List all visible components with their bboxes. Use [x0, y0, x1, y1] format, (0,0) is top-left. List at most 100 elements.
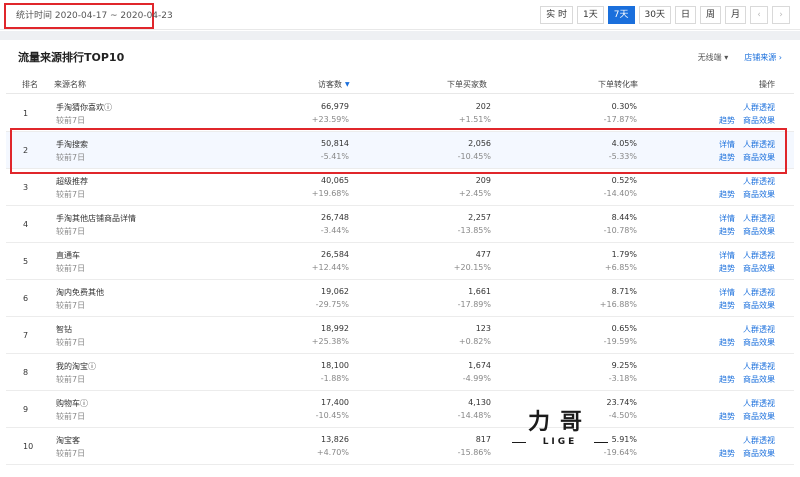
goods-effect-link[interactable]: 商品效果	[743, 374, 775, 385]
row-rate: 0.65%	[611, 324, 637, 333]
goods-effect-link[interactable]: 商品效果	[743, 411, 775, 422]
row-compare-label: 较前7日	[56, 375, 86, 384]
goods-effect-link[interactable]: 商品效果	[743, 448, 775, 459]
row-rate: 9.25%	[611, 361, 637, 370]
row-rate-delta: -10.78%	[603, 226, 637, 235]
crowd-analysis-link[interactable]: 人群透视	[743, 250, 775, 261]
row-source-name: 淘宝客	[56, 436, 80, 445]
crowd-analysis-link[interactable]: 人群透视	[743, 324, 775, 335]
row-source-name: 智钻	[56, 325, 72, 334]
prev-period-button[interactable]: ‹	[750, 6, 768, 24]
crowd-analysis-link[interactable]: 人群透视	[743, 398, 775, 409]
row-rank: 10	[23, 442, 34, 451]
row-buyers-delta: -17.89%	[457, 300, 491, 309]
top-bar: 统计时间 2020-04-17 ~ 2020-04-23 实 时 1天 7天 3…	[0, 0, 800, 30]
row-visitors: 17,400	[321, 398, 349, 407]
row-source-name: 直通车	[56, 251, 80, 260]
goods-effect-link[interactable]: 商品效果	[743, 226, 775, 237]
period-7day-button[interactable]: 7天	[607, 6, 635, 24]
row-buyers-delta: +20.15%	[453, 263, 491, 272]
row-visitors: 13,826	[321, 435, 349, 444]
row-buyers-delta: -13.85%	[457, 226, 491, 235]
goods-effect-link[interactable]: 商品效果	[743, 115, 775, 126]
row-visitors-delta: -3.44%	[320, 226, 349, 235]
row-visitors: 26,584	[321, 250, 349, 259]
period-30day-button[interactable]: 30天	[638, 6, 671, 24]
row-source-name: 手淘其他店铺商品详情	[56, 214, 136, 223]
next-period-button[interactable]: ›	[772, 6, 790, 24]
row-buyers-delta: +2.45%	[458, 189, 491, 198]
header-buyers[interactable]: 下单买家数	[447, 79, 487, 90]
trend-link[interactable]: 趋势	[719, 374, 735, 385]
row-rate: 5.91%	[611, 435, 637, 444]
row-rank: 6	[23, 294, 29, 303]
table-header: 排名 来源名称 访客数 ▼ 下单买家数 下单转化率 操作	[6, 74, 794, 94]
table-row: 7 智钻 较前7日 18,992 +25.38% 123 +0.82% 0.65% -19.59…	[6, 317, 794, 354]
row-buyers: 123	[475, 324, 491, 333]
row-rank: 1	[23, 109, 29, 118]
crowd-analysis-link[interactable]: 人群透视	[743, 213, 775, 224]
row-rate: 0.52%	[611, 176, 637, 185]
trend-link[interactable]: 趋势	[719, 337, 735, 348]
row-buyers-delta: -14.48%	[457, 411, 491, 420]
watermark-title: 力哥	[527, 409, 592, 435]
trend-link[interactable]: 趋势	[719, 189, 735, 200]
period-day-button[interactable]: 日	[674, 6, 696, 24]
crowd-analysis-link[interactable]: 人群透视	[743, 287, 775, 298]
row-visitors-delta: -10.45%	[315, 411, 349, 420]
goods-effect-link[interactable]: 商品效果	[743, 337, 775, 348]
trend-link[interactable]: 趋势	[719, 115, 735, 126]
trend-link[interactable]: 趋势	[719, 448, 735, 459]
period-realtime-button[interactable]: 实 时	[540, 6, 574, 24]
period-week-button[interactable]: 周	[699, 6, 721, 24]
highlight-box	[10, 128, 787, 174]
goods-effect-link[interactable]: 商品效果	[743, 263, 775, 274]
trend-link[interactable]: 趋势	[719, 226, 735, 237]
crowd-analysis-link[interactable]: 人群透视	[743, 176, 775, 187]
table-row: 4 手淘其他店铺商品详情 较前7日 26,748 -3.44% 2,257 -13.85% 8…	[6, 206, 794, 243]
header-rank: 排名	[22, 80, 38, 89]
period-month-button[interactable]: 月	[724, 6, 746, 24]
trend-link[interactable]: 趋势	[719, 300, 735, 311]
row-source-name: 购物车ⓘ	[56, 399, 88, 408]
crowd-analysis-link[interactable]: 人群透视	[743, 361, 775, 372]
row-visitors: 19,062	[321, 287, 349, 296]
row-buyers: 817	[475, 435, 491, 444]
detail-link[interactable]: 详情	[719, 250, 735, 261]
row-rank: 3	[23, 183, 29, 192]
header-ops: 操作	[759, 80, 775, 89]
row-source-name: 超级推荐	[56, 177, 88, 186]
row-visitors-delta: +19.68%	[311, 189, 349, 198]
row-compare-label: 较前7日	[56, 449, 86, 458]
row-rate: 0.30%	[611, 102, 637, 111]
row-rate-delta: +16.88%	[599, 300, 637, 309]
row-source-name: 手淘猜你喜欢ⓘ	[56, 103, 112, 112]
header-visitors[interactable]: 访客数 ▼	[318, 79, 350, 90]
trend-link[interactable]: 趋势	[719, 263, 735, 274]
row-rank: 8	[23, 368, 29, 377]
detail-link[interactable]: 详情	[719, 287, 735, 298]
device-dropdown[interactable]: 无线端 ▾	[698, 52, 729, 63]
row-rank: 9	[23, 405, 29, 414]
row-rank: 7	[23, 331, 29, 340]
crowd-analysis-link[interactable]: 人群透视	[743, 102, 775, 113]
row-rank: 4	[23, 220, 29, 229]
detail-link[interactable]: 详情	[719, 213, 735, 224]
header-rate[interactable]: 下单转化率	[598, 79, 638, 90]
row-buyers-delta: -4.99%	[462, 374, 491, 383]
header-visitors-label: 访客数	[318, 80, 342, 89]
goods-effect-link[interactable]: 商品效果	[743, 300, 775, 311]
sort-desc-icon[interactable]: ▼	[345, 81, 350, 88]
trend-link[interactable]: 趋势	[719, 411, 735, 422]
row-rate: 8.71%	[611, 287, 637, 296]
row-buyers: 202	[475, 102, 491, 111]
goods-effect-link[interactable]: 商品效果	[743, 189, 775, 200]
table-row: 9 购物车ⓘ 较前7日 17,400 -10.45% 4,130 -14.48% 23.74%…	[6, 391, 794, 428]
crowd-analysis-link[interactable]: 人群透视	[743, 435, 775, 446]
shop-source-link[interactable]: 店铺来源 ›	[744, 52, 782, 63]
row-rate: 1.79%	[611, 250, 637, 259]
row-buyers-delta: +1.51%	[458, 115, 491, 124]
row-rate-delta: -3.18%	[608, 374, 637, 383]
panel-controls: 无线端 ▾ 店铺来源 ›	[698, 52, 782, 63]
period-1day-button[interactable]: 1天	[577, 6, 604, 24]
